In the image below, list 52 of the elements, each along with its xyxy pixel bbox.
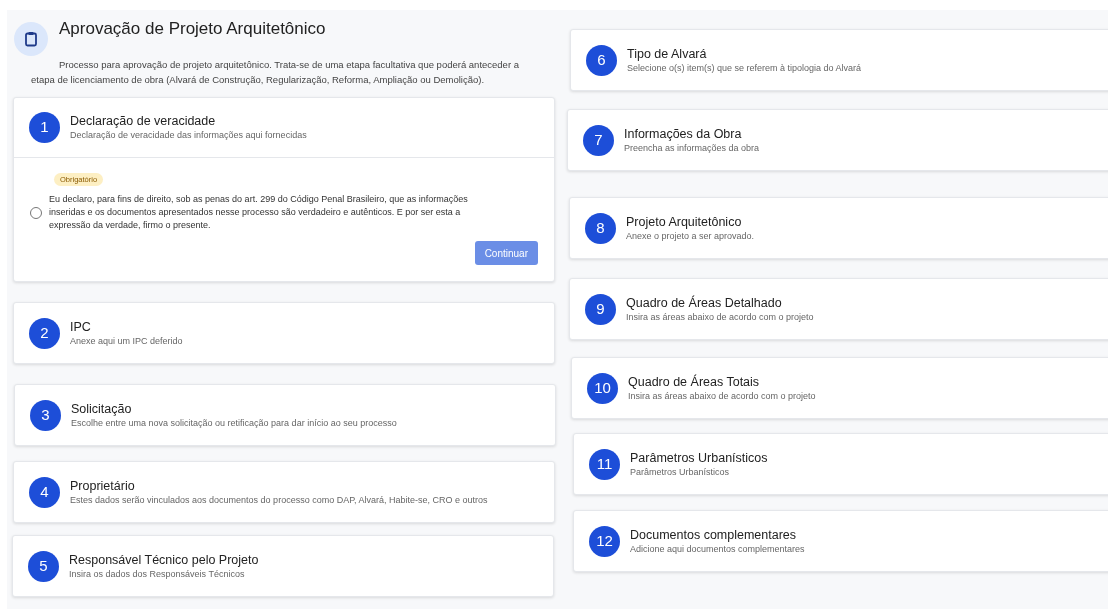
step-number: 11 [589, 448, 620, 480]
step-number: 8 [585, 212, 616, 244]
step-number: 1 [29, 112, 60, 143]
step-number: 9 [585, 293, 616, 325]
step-title: Documentos complementares [630, 527, 798, 543]
step-subtitle: Anexe aqui um IPC deferido [70, 334, 183, 347]
step-card[interactable]: 11 Parâmetros Urbanísticos Parâmetros Urbanísticos [573, 433, 1108, 495]
step-title: Projeto Arquitetônico [626, 214, 743, 230]
step-card[interactable]: 7 Informações da Obra Preencha as informações da obra [567, 109, 1108, 171]
step-card[interactable]: 4 Proprietário Estes dados serão vinculados aos documentos do processo como DAP, Alvará, Habite-se, CRO e outros [13, 461, 555, 523]
step-card[interactable]: 5 Responsável Técnico pelo Projeto Insira os dados dos Responsáveis Técnicos [12, 535, 554, 597]
step-subtitle: Preencha as informações da obra [624, 141, 760, 154]
step-title: Tipo de Alvará [627, 46, 708, 62]
step-title: Quadro de Áreas Totais [628, 374, 761, 390]
step-subtitle: Insira as áreas abaixo de acordo com o projeto [626, 310, 814, 323]
step-number: 10 [587, 372, 618, 404]
step-number: 12 [589, 525, 620, 557]
step-card[interactable]: 2 IPC Anexe aqui um IPC deferido [13, 302, 555, 364]
step-subtitle: Adicione aqui documentos complementares [630, 542, 805, 555]
step-card[interactable]: 3 Solicitação Escolhe entre uma nova solicitação ou retificação para dar início ao seu processo [14, 384, 556, 446]
step-title: Declaração de veracidade [70, 114, 217, 129]
step-subtitle: Selecione o(s) item(s) que se referem à tipologia do Alvará [627, 61, 862, 74]
step-title: Parâmetros Urbanísticos [630, 450, 768, 466]
step-subtitle: Escolhe entre uma nova solicitação ou retificação para dar início ao seu processo [71, 416, 397, 429]
page-description: Processo para aprovação de projeto arquitetônico. Trata-se de uma etapa facultativa que poderá anteceder a etapa de licenciamento de obra (Alvará de Construção, Regularização, Reforma, Ampliação ou Demolição). [31, 58, 520, 87]
step-number: 3 [30, 399, 61, 431]
step-card[interactable]: 10 Quadro de Áreas Totais Insira as áreas abaixo de acordo com o projeto [571, 357, 1108, 419]
declaration-text: Eu declaro, para fins de direito, sob as penas do art. 299 do Código Penal Brasileiro, que as informações inseridas e os documentos apresentados nesse processo são verdadeiro e autênticos. E por ser esta a expressão da verdade, firmo o presente. [49, 193, 469, 232]
step-card[interactable] [13, 97, 555, 282]
step-number: 7 [583, 124, 614, 156]
step-card[interactable]: 12 Documentos complementares Adicione aqui documentos complementares [573, 510, 1108, 572]
step-title: Quadro de Áreas Detalhado [626, 295, 783, 311]
clipboard-icon [14, 22, 48, 56]
step-card[interactable]: 9 Quadro de Áreas Detalhado Insira as áreas abaixo de acordo com o projeto [569, 278, 1108, 340]
step-subtitle: Parâmetros Urbanísticos [630, 465, 731, 478]
step-subtitle: Declaração de veracidade das informações aqui fornecidas [70, 129, 307, 141]
step-card[interactable]: 8 Projeto Arquitetônico Anexe o projeto a ser aprovado. [569, 197, 1108, 259]
step-number: 4 [29, 476, 60, 508]
step-subtitle: Estes dados serão vinculados aos documentos do processo como DAP, Alvará, Habite-se, CRO e outros [70, 493, 488, 506]
step-title: Responsável Técnico pelo Projeto [69, 552, 259, 568]
step-title: Proprietário [70, 478, 136, 494]
step-number: 2 [29, 317, 60, 349]
step-subtitle: Anexe o projeto a ser aprovado. [626, 229, 755, 242]
step-subtitle: Insira as áreas abaixo de acordo com o projeto [628, 389, 816, 402]
step-number: 5 [28, 550, 59, 582]
step-title: IPC [70, 319, 92, 335]
step-card[interactable]: 6 Tipo de Alvará Selecione o(s) item(s) que se referem à tipologia do Alvará [570, 29, 1108, 91]
step-number: 6 [586, 44, 617, 76]
page-title: Aprovação de Projeto Arquitetônico [59, 18, 326, 40]
step-subtitle: Insira os dados dos Responsáveis Técnicos [69, 567, 246, 580]
step-title: Solicitação [71, 401, 133, 417]
step-title: Informações da Obra [624, 126, 743, 142]
